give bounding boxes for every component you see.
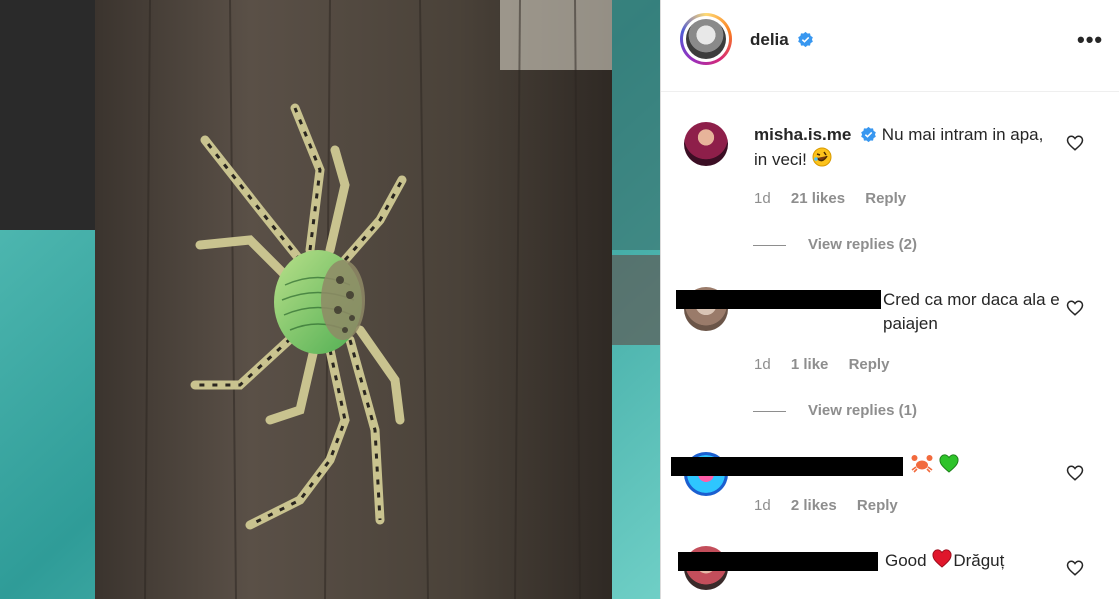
author-username[interactable]: delia: [750, 30, 814, 50]
comment-age: 1d: [754, 356, 771, 373]
verified-badge-icon: [798, 31, 814, 48]
comment-text: Good Drăguț: [885, 548, 1065, 573]
avatar-image: [686, 19, 726, 59]
like-comment-heart-icon[interactable]: [1066, 299, 1084, 317]
crab-on-post-photo: [0, 0, 660, 599]
view-replies-label: View replies (1): [808, 402, 917, 419]
like-comment-heart-icon[interactable]: [1066, 134, 1084, 152]
comments-panel: delia ••• misha.is.me Nu mai intram in a…: [660, 0, 1119, 599]
view-replies-button[interactable]: View replies (2): [753, 236, 917, 253]
comment-text: Cred ca mor daca ala e paiajen: [883, 288, 1063, 336]
view-replies-button[interactable]: View replies (1): [753, 402, 917, 419]
comment-meta: 1d 1 like Reply: [754, 356, 905, 373]
red-heart-emoji-icon: [932, 549, 952, 568]
comment-body: misha.is.me Nu mai intram in apa, in vec…: [754, 123, 1054, 172]
view-replies-label: View replies (2): [808, 236, 917, 253]
reply-button[interactable]: Reply: [857, 497, 898, 514]
comment-likes[interactable]: 21 likes: [791, 190, 845, 207]
author-username-text[interactable]: delia: [750, 30, 789, 49]
comment-text-after: Drăguț: [953, 551, 1005, 570]
redaction-bar: [676, 290, 881, 309]
post-header: delia •••: [661, 0, 1119, 92]
verified-badge-icon: [861, 126, 876, 143]
comment-likes[interactable]: 1 like: [791, 356, 829, 373]
comment-meta: 1d 2 likes Reply: [754, 497, 914, 514]
comment-avatar[interactable]: [684, 122, 728, 166]
comment-text-before: Good: [885, 551, 927, 570]
comment-age: 1d: [754, 190, 771, 207]
redaction-bar: [671, 457, 903, 476]
like-comment-heart-icon[interactable]: [1066, 464, 1084, 482]
comment-username[interactable]: misha.is.me: [754, 125, 851, 144]
instagram-post-view: delia ••• misha.is.me Nu mai intram in a…: [0, 0, 1119, 599]
redaction-bar: [678, 552, 878, 571]
replies-divider: [753, 410, 786, 412]
comment-likes[interactable]: 2 likes: [791, 497, 837, 514]
more-options-icon[interactable]: •••: [1077, 29, 1103, 51]
comment-text: [911, 453, 991, 478]
comment-age: 1d: [754, 497, 771, 514]
comment-meta: 1d 21 likes Reply: [754, 190, 922, 207]
comment-text-content: Cred ca mor daca ala e paiajen: [883, 290, 1060, 333]
rolling-laughing-emoji-icon: [812, 147, 832, 167]
like-comment-heart-icon[interactable]: [1066, 559, 1084, 577]
replies-divider: [753, 244, 786, 246]
author-avatar[interactable]: [680, 13, 732, 65]
green-heart-emoji-icon: [939, 454, 959, 473]
crab-emoji-icon: [911, 455, 933, 473]
reply-button[interactable]: Reply: [865, 190, 906, 207]
post-image[interactable]: [0, 0, 660, 599]
reply-button[interactable]: Reply: [849, 356, 890, 373]
